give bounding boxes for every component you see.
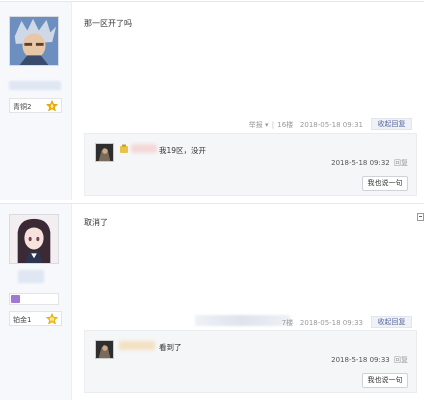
reply-text: 看到了	[159, 343, 182, 352]
badge-icon	[11, 295, 20, 303]
reply-username-blurred[interactable]	[119, 341, 155, 350]
say-something-button[interactable]: 我也说一句	[362, 176, 408, 191]
reply-panel: 看到了 2018-5-18 09:33 回复 我也说一句	[84, 330, 417, 393]
post-content: 取消了	[84, 218, 108, 227]
reply-text: 我19区，没开	[159, 146, 207, 155]
level-badge[interactable]: 青铜2	[9, 98, 62, 113]
reply-link[interactable]: 回复	[394, 159, 408, 167]
reply-avatar[interactable]	[95, 143, 114, 162]
level-badge[interactable]: 铂金1	[9, 311, 62, 326]
author-sidebar: 铂金1	[0, 204, 72, 400]
reply-username-blurred[interactable]	[131, 144, 157, 153]
floor-number: 16楼	[277, 121, 294, 129]
post-time: 2018-05-18 09:33	[299, 319, 363, 327]
reply-link[interactable]: 回复	[394, 356, 408, 364]
post-floor-7: 铂金1 取消了 7楼 2018-05-18 09:33 收起回复 看到了 201…	[0, 203, 424, 400]
reply-time: 2018-5-18 09:33	[331, 356, 390, 364]
collapse-replies-button[interactable]: 收起回复	[371, 316, 412, 328]
reply-meta: 2018-5-18 09:32 回复	[331, 158, 408, 168]
reply-avatar[interactable]	[95, 340, 114, 359]
reply-panel: 我19区，没开 2018-5-18 09:32 回复 我也说一句	[84, 133, 417, 196]
level-star-icon	[46, 100, 58, 112]
username-blurred[interactable]	[9, 81, 61, 90]
report-link[interactable]: 举报	[249, 121, 263, 129]
author-sidebar: 青铜2	[0, 2, 72, 200]
avatar[interactable]	[9, 214, 59, 264]
reply-meta: 2018-5-18 09:33 回复	[331, 355, 408, 365]
post-time: 2018-05-18 09:31	[299, 121, 363, 129]
meta-blurred	[195, 315, 290, 326]
chevron-down-icon[interactable]: ▾	[265, 121, 269, 129]
collapse-replies-button[interactable]: 收起回复	[371, 118, 412, 130]
say-something-button[interactable]: 我也说一句	[362, 373, 408, 388]
side-toolbar-icon[interactable]	[417, 213, 424, 221]
vip-badge-icon	[120, 144, 128, 153]
avatar[interactable]	[9, 16, 59, 66]
meta-separator: |	[271, 121, 275, 129]
level-label: 青铜2	[13, 103, 32, 111]
post-meta: 7楼 2018-05-18 09:33	[282, 318, 363, 328]
post-meta: 举报 ▾ | 16楼 2018-05-18 09:31	[249, 120, 363, 130]
post-content: 那一区开了吗	[84, 19, 132, 28]
level-label: 铂金1	[13, 316, 32, 324]
floor-number: 7楼	[281, 319, 294, 327]
username-blurred[interactable]	[18, 270, 44, 283]
reply-time: 2018-5-18 09:32	[331, 159, 390, 167]
level-star-icon	[46, 313, 58, 325]
post-floor-16: 青铜2 那一区开了吗 举报 ▾ | 16楼 2018-05-18 09:31 收…	[0, 1, 424, 200]
